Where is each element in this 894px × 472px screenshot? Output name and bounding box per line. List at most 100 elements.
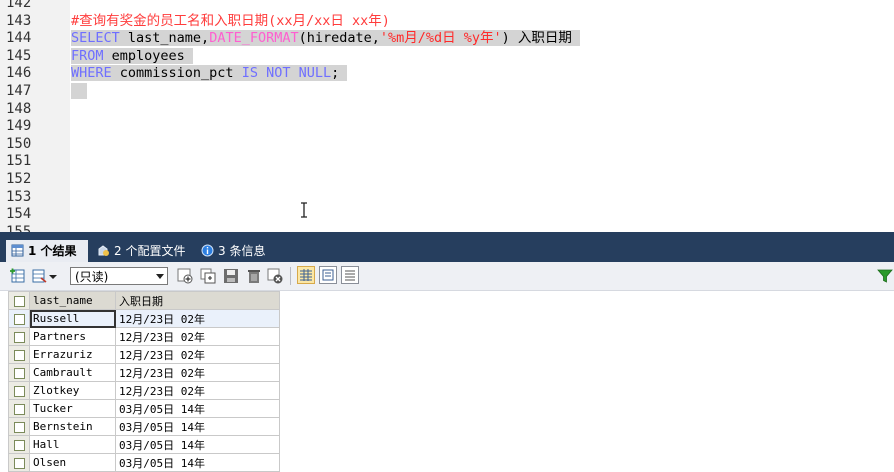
form-view-button[interactable] bbox=[319, 266, 337, 284]
cell-last-name[interactable]: Hall bbox=[29, 435, 116, 454]
export-grid-icon[interactable] bbox=[31, 267, 49, 285]
code-line[interactable]: 142 bbox=[0, 0, 894, 12]
code-line[interactable]: 152 bbox=[0, 170, 894, 188]
row-checkbox[interactable] bbox=[8, 453, 30, 472]
row-checkbox[interactable] bbox=[8, 345, 30, 364]
cell-hire-date[interactable]: 12月/23日 02年 bbox=[115, 345, 280, 364]
profile-icon bbox=[98, 245, 109, 256]
code-token: '%m月/%d日 %y年' bbox=[379, 30, 502, 47]
cell-hire-date[interactable]: 03月/05日 14年 bbox=[115, 417, 280, 436]
code-line[interactable]: 146 WHERE commission_pct IS NOT NULL; bbox=[0, 64, 894, 82]
insert-row-icon[interactable] bbox=[176, 267, 194, 285]
cell-hire-date[interactable]: 03月/05日 14年 bbox=[115, 435, 280, 454]
code-token: last_name, bbox=[119, 30, 210, 47]
code-line[interactable]: 151 bbox=[0, 152, 894, 170]
cell-hire-date[interactable]: 12月/23日 02年 bbox=[115, 381, 280, 400]
result-grid-icon bbox=[11, 244, 24, 257]
cell-last-name[interactable]: Partners bbox=[29, 327, 116, 346]
code-line[interactable]: 153 bbox=[0, 188, 894, 206]
form-view-icon bbox=[322, 269, 334, 281]
result-table: last_name 入职日期 Russell 12月/23日 02年 Partner… bbox=[8, 291, 280, 472]
line-number: 148 bbox=[6, 100, 32, 117]
cell-hire-date[interactable]: 03月/05日 14年 bbox=[115, 399, 280, 418]
save-icon[interactable] bbox=[222, 267, 240, 285]
result-grid[interactable]: last_name 入职日期 Russell 12月/23日 02年 Partner… bbox=[0, 291, 894, 472]
readonly-select-value: (只读) bbox=[75, 270, 109, 284]
checkbox-icon bbox=[13, 295, 25, 307]
cell-last-name[interactable]: Russell bbox=[29, 309, 116, 328]
cell-hire-date[interactable]: 12月/23日 02年 bbox=[115, 363, 280, 382]
cell-hire-date[interactable]: 12月/23日 02年 bbox=[115, 327, 280, 346]
code-line[interactable]: 149 bbox=[0, 117, 894, 135]
tab-profiles[interactable]: 2 个配置文件 bbox=[92, 240, 192, 262]
code-line[interactable]: 143 #查询有奖金的员工名和入职日期(xx月/xx日 xx年) bbox=[0, 12, 894, 30]
checkbox-icon bbox=[13, 403, 25, 415]
info-icon bbox=[201, 244, 214, 257]
code-line[interactable]: 155 bbox=[0, 223, 894, 232]
table-row[interactable]: Zlotkey 12月/23日 02年 bbox=[8, 381, 280, 400]
row-checkbox[interactable] bbox=[8, 363, 30, 382]
table-row[interactable]: Bernstein 03月/05日 14年 bbox=[8, 417, 280, 436]
code-line[interactable]: 144 SELECT last_name,DATE_FORMAT(hiredate… bbox=[0, 29, 894, 47]
tab-results[interactable]: 1 个结果 bbox=[6, 240, 88, 262]
code-line[interactable]: 154 bbox=[0, 205, 894, 223]
code-token: #查询有奖金的员工名和入职日期(xx月/xx日 xx年) bbox=[71, 12, 390, 29]
cell-last-name[interactable]: Cambrault bbox=[29, 363, 116, 382]
column-header-hire-date[interactable]: 入职日期 bbox=[115, 291, 280, 310]
line-number: 145 bbox=[6, 47, 32, 64]
row-checkbox[interactable] bbox=[8, 435, 30, 454]
code-text: #查询有奖金的员工名和入职日期(xx月/xx日 xx年) bbox=[71, 12, 390, 30]
duplicate-row-icon[interactable] bbox=[199, 267, 217, 285]
table-row[interactable]: Hall 03月/05日 14年 bbox=[8, 435, 280, 454]
select-all-checkbox[interactable] bbox=[8, 291, 30, 310]
table-row[interactable]: Russell 12月/23日 02年 bbox=[8, 309, 280, 328]
code-line[interactable]: 147 bbox=[0, 82, 894, 100]
line-number: 144 bbox=[6, 30, 32, 47]
table-row[interactable]: Errazuriz 12月/23日 02年 bbox=[8, 345, 280, 364]
code-text: FROM employees bbox=[71, 47, 193, 65]
tab-label: 2 个配置文件 bbox=[114, 244, 186, 258]
cell-last-name[interactable]: Zlotkey bbox=[29, 381, 116, 400]
code-line[interactable]: 148 bbox=[0, 100, 894, 118]
cell-last-name[interactable]: Olsen bbox=[29, 453, 116, 472]
row-checkbox[interactable] bbox=[8, 309, 30, 328]
cell-last-name[interactable]: Tucker bbox=[29, 399, 116, 418]
row-checkbox[interactable] bbox=[8, 327, 30, 346]
line-number: 142 bbox=[6, 0, 32, 11]
add-row-grid-icon[interactable] bbox=[9, 267, 27, 285]
table-row[interactable]: Partners 12月/23日 02年 bbox=[8, 327, 280, 346]
cell-last-name[interactable]: Errazuriz bbox=[29, 345, 116, 364]
code-line[interactable]: 145 FROM employees bbox=[0, 47, 894, 65]
line-number: 149 bbox=[6, 118, 32, 135]
text-view-button[interactable] bbox=[341, 266, 359, 284]
sql-editor[interactable]: 142 143 #查询有奖金的员工名和入职日期(xx月/xx日 xx年) 144 SEL… bbox=[0, 0, 894, 232]
code-text: SELECT last_name,DATE_FORMAT(hiredate,'%… bbox=[71, 29, 581, 47]
readonly-select[interactable]: (只读) bbox=[70, 267, 168, 285]
grid-view-icon bbox=[300, 269, 312, 281]
result-toolbar: (只读) bbox=[0, 262, 894, 291]
line-number: 146 bbox=[6, 65, 32, 82]
code-token: DATE_FORMAT bbox=[209, 30, 299, 47]
table-row[interactable]: Cambrault 12月/23日 02年 bbox=[8, 363, 280, 382]
cell-last-name[interactable]: Bernstein bbox=[29, 417, 116, 436]
cell-hire-date[interactable]: 03月/05日 14年 bbox=[115, 453, 280, 472]
table-row[interactable]: Tucker 03月/05日 14年 bbox=[8, 399, 280, 418]
grid-view-button[interactable] bbox=[297, 266, 315, 284]
filter-icon[interactable] bbox=[876, 267, 894, 285]
row-checkbox[interactable] bbox=[8, 399, 30, 418]
column-header-last-name[interactable]: last_name bbox=[29, 291, 116, 310]
chevron-down-icon[interactable] bbox=[48, 267, 58, 285]
row-checkbox[interactable] bbox=[8, 381, 30, 400]
checkbox-icon bbox=[13, 421, 25, 433]
code-line[interactable]: 150 bbox=[0, 135, 894, 153]
code-token bbox=[71, 83, 88, 99]
table-row[interactable]: Olsen 03月/05日 14年 bbox=[8, 453, 280, 472]
cancel-changes-icon[interactable] bbox=[266, 267, 284, 285]
checkbox-icon bbox=[13, 385, 25, 397]
table-header-row: last_name 入职日期 bbox=[8, 291, 280, 310]
row-checkbox[interactable] bbox=[8, 417, 30, 436]
checkbox-icon bbox=[13, 457, 25, 469]
tab-messages[interactable]: 3 条信息 bbox=[196, 240, 272, 262]
cell-hire-date[interactable]: 12月/23日 02年 bbox=[115, 309, 280, 328]
delete-trash-icon[interactable] bbox=[245, 267, 263, 285]
